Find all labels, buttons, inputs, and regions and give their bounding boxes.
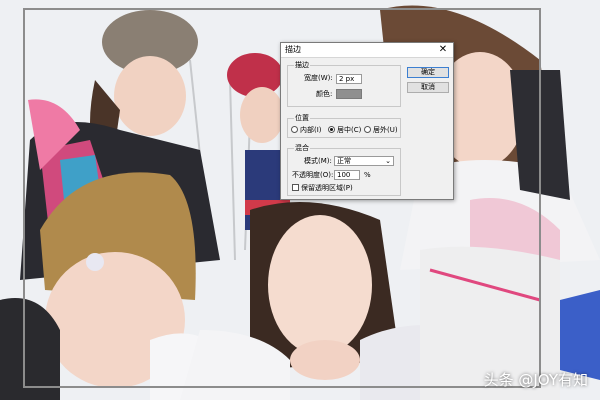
radio-outside-label: 居外(U) [373,126,398,134]
color-label: 颜色: [316,90,333,98]
mode-value: 正常 [337,157,351,165]
radio-outside[interactable] [364,126,371,133]
opacity-input[interactable]: 100 [334,170,360,180]
stroke-legend: 描边 [294,61,310,69]
blend-legend: 混合 [294,144,310,152]
stroke-group: 描边 宽度(W): 2 px 颜色: [287,61,401,107]
mode-label: 模式(M): [304,157,332,165]
preserve-transparency-label: 保留透明区域(P) [301,184,353,192]
width-label: 宽度(W): [304,74,333,82]
close-icon[interactable]: ✕ [437,44,449,56]
position-group: 位置 内部(I) 居中(C) 居外(U) [287,114,401,138]
cancel-button[interactable]: 取消 [407,82,449,93]
stroke-dialog: 描边 ✕ 描边 宽度(W): 2 px 颜色: 位置 内部(I) 居中(C) 居… [280,42,454,200]
blend-group: 混合 模式(M): 正常 ⌄ 不透明度(O): 100 % 保留透明区域(P) [287,144,401,196]
radio-center-label: 居中(C) [337,126,362,134]
radio-inside[interactable] [291,126,298,133]
chevron-down-icon: ⌄ [385,157,391,165]
dialog-titlebar[interactable]: 描边 ✕ [281,43,453,58]
position-legend: 位置 [294,114,310,122]
stroke-color-swatch[interactable] [336,89,362,99]
width-input[interactable]: 2 px [336,74,362,84]
mode-select[interactable]: 正常 ⌄ [334,156,394,166]
watermark: 头条 @JOY有知 [483,371,588,389]
dialog-title: 描边 [285,45,301,54]
radio-center[interactable] [328,126,335,133]
opacity-unit: % [364,171,371,179]
radio-inside-label: 内部(I) [300,126,322,134]
opacity-label: 不透明度(O): [292,171,334,179]
ok-button[interactable]: 确定 [407,67,449,78]
preserve-transparency-checkbox[interactable] [292,184,299,191]
